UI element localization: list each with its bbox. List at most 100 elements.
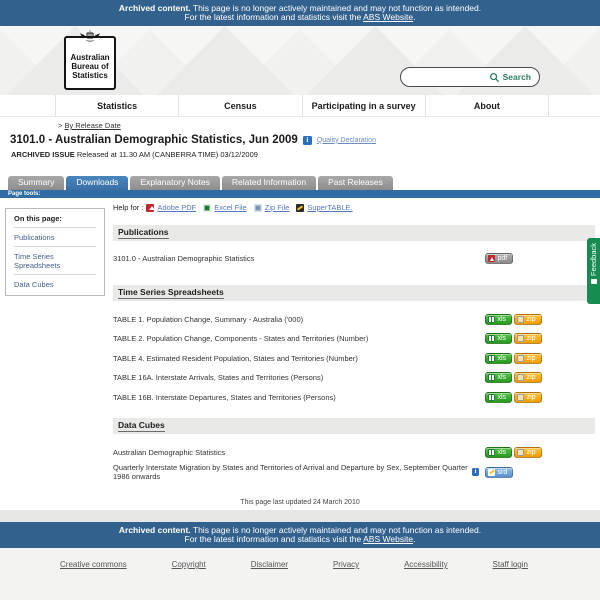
download-row: TABLE 1. Population Change, Summary - Au…	[113, 310, 595, 330]
tab[interactable]: Past Releases	[318, 176, 393, 190]
title-row: 3101.0 - Australian Demographic Statisti…	[10, 134, 376, 146]
sidebar-link[interactable]: Time Series Spreadsheets	[14, 246, 96, 274]
logo-line-1: Australian	[66, 53, 114, 62]
sidebar-link[interactable]: Publications	[14, 227, 96, 246]
search-input[interactable]	[409, 73, 486, 82]
download-row: Quarterly Interstate Migration by States…	[113, 463, 595, 483]
help-link[interactable]: Adobe PDF	[157, 203, 196, 212]
nav-item[interactable]: Participating in a survey	[302, 95, 425, 117]
srd-download-button[interactable]: srd	[485, 467, 513, 478]
archived-banner-bold: Archived content.	[119, 525, 191, 535]
xls-download-button[interactable]: xls	[485, 353, 512, 364]
archived-banner-bottom: Archived content. This page is no longer…	[0, 522, 600, 548]
nav-item[interactable]: About	[425, 95, 549, 117]
help-link[interactable]: SuperTABLE.	[307, 203, 352, 212]
logo-line-3: Statistics	[66, 71, 114, 80]
site-header: Australian Bureau of Statistics Search	[0, 26, 600, 95]
section-header-time-series: Time Series Spreadsheets	[113, 285, 595, 301]
zip-download-button[interactable]: zip	[514, 372, 541, 383]
logo-line-2: Bureau of	[66, 62, 114, 71]
tab[interactable]: Summary	[8, 176, 64, 190]
info-icon[interactable]: i	[472, 468, 479, 476]
section-header-data-cubes: Data Cubes	[113, 418, 595, 434]
tab[interactable]: Explanatory Notes	[130, 176, 219, 190]
download-row: TABLE 2. Population Change, Components -…	[113, 329, 595, 349]
pdf-download-button[interactable]: pdf	[485, 253, 513, 264]
abs-website-link[interactable]: ABS Website	[363, 12, 413, 22]
zip-download-button[interactable]: zip	[514, 333, 541, 344]
zip-download-button[interactable]: zip	[514, 314, 541, 325]
zip-download-button[interactable]: zip	[514, 353, 541, 364]
archived-banner-line2-end: .	[413, 12, 415, 22]
tab[interactable]: Downloads	[66, 176, 128, 190]
divider-strip	[0, 510, 600, 522]
download-row: TABLE 16B. Interstate Departures, States…	[113, 388, 595, 408]
row-buttons: xlszip	[485, 353, 595, 364]
help-link[interactable]: Zip File	[265, 203, 290, 212]
file-type-icon	[146, 204, 154, 212]
footer-link[interactable]: Disclaimer	[251, 560, 288, 569]
archived-banner-line2-end: .	[413, 534, 415, 544]
row-label: TABLE 2. Population Change, Components -…	[113, 334, 485, 343]
page-tools-bar: Page tools:	[0, 190, 600, 198]
download-row: Australian Demographic Statistics xlszip	[113, 443, 595, 463]
abs-archived-page: Archived content. This page is no longer…	[0, 0, 600, 600]
info-icon[interactable]: i	[303, 136, 312, 145]
help-for-label: Help for :	[113, 203, 143, 212]
breadcrumb-link-by-release-date[interactable]: By Release Date	[64, 121, 120, 130]
archived-banner-line2: For the latest information and statistic…	[185, 534, 364, 544]
archived-banner-bold: Archived content.	[119, 3, 191, 13]
row-buttons: xlszip	[485, 447, 595, 458]
xls-download-button[interactable]: xls	[485, 314, 512, 325]
row-buttons: xlszip	[485, 333, 595, 344]
help-links: Adobe PDF Excel File Zip File Su	[146, 203, 356, 212]
feedback-tab[interactable]: Feedback	[587, 238, 600, 304]
release-tabs: Summary Downloads Explanatory Notes Rela…	[8, 176, 393, 190]
on-this-page-box: On this page: Publications Time Series S…	[5, 208, 105, 296]
row-label: Australian Demographic Statistics	[113, 448, 485, 457]
help-link[interactable]: Excel File	[214, 203, 247, 212]
released-text: Released at 11.30 AM (CANBERRA TIME) 03/…	[75, 150, 258, 159]
xls-file-icon	[488, 355, 495, 362]
download-row: 3101.0 - Australian Demographic Statisti…	[113, 249, 595, 269]
zip-download-button[interactable]: zip	[514, 447, 541, 458]
row-label: 3101.0 - Australian Demographic Statisti…	[113, 254, 485, 263]
search-icon	[489, 72, 500, 83]
xls-download-button[interactable]: xls	[485, 333, 512, 344]
section-title: Time Series Spreadsheets	[118, 287, 224, 299]
zip-file-icon	[517, 394, 524, 401]
archived-banner-top: Archived content. This page is no longer…	[0, 0, 600, 26]
file-type-icon	[203, 204, 211, 212]
zip-download-button[interactable]: zip	[514, 392, 541, 403]
coat-of-arms-icon	[77, 29, 103, 50]
abs-website-link[interactable]: ABS Website	[363, 534, 413, 544]
nav-item[interactable]: Statistics	[55, 95, 178, 117]
footer-link[interactable]: Privacy	[333, 560, 359, 569]
on-this-page-links: Publications Time Series Spreadsheets Da…	[14, 227, 96, 293]
page-tools-label: Page tools:	[8, 191, 40, 197]
row-label: Quarterly Interstate Migration by States…	[113, 463, 485, 481]
search-box[interactable]: Search	[400, 67, 540, 87]
abs-logo[interactable]: Australian Bureau of Statistics	[64, 36, 116, 90]
nav-item[interactable]: Census	[178, 95, 301, 117]
downloads-content: Help for : Adobe PDF Excel File	[113, 203, 595, 482]
xls-download-button[interactable]: xls	[485, 392, 512, 403]
tab[interactable]: Related Information	[222, 176, 316, 190]
on-this-page-title: On this page:	[14, 214, 96, 227]
footer-link[interactable]: Copyright	[172, 560, 206, 569]
footer-link[interactable]: Staff login	[493, 560, 528, 569]
xls-file-icon	[488, 449, 495, 456]
footer-link[interactable]: Creative commons	[60, 560, 127, 569]
quality-declaration-link[interactable]: Quality Declaration	[317, 137, 376, 144]
zip-file-icon	[517, 355, 524, 362]
row-label: TABLE 16A. Interstate Arrivals, States a…	[113, 373, 485, 382]
file-type-icon	[254, 204, 262, 212]
xls-file-icon	[488, 374, 495, 381]
srd-file-icon	[488, 469, 495, 476]
search-button[interactable]: Search	[503, 72, 531, 82]
file-type-icon	[296, 204, 304, 212]
xls-download-button[interactable]: xls	[485, 372, 512, 383]
xls-download-button[interactable]: xls	[485, 447, 512, 458]
footer-link[interactable]: Accessibility	[404, 560, 448, 569]
sidebar-link[interactable]: Data Cubes	[14, 274, 96, 293]
